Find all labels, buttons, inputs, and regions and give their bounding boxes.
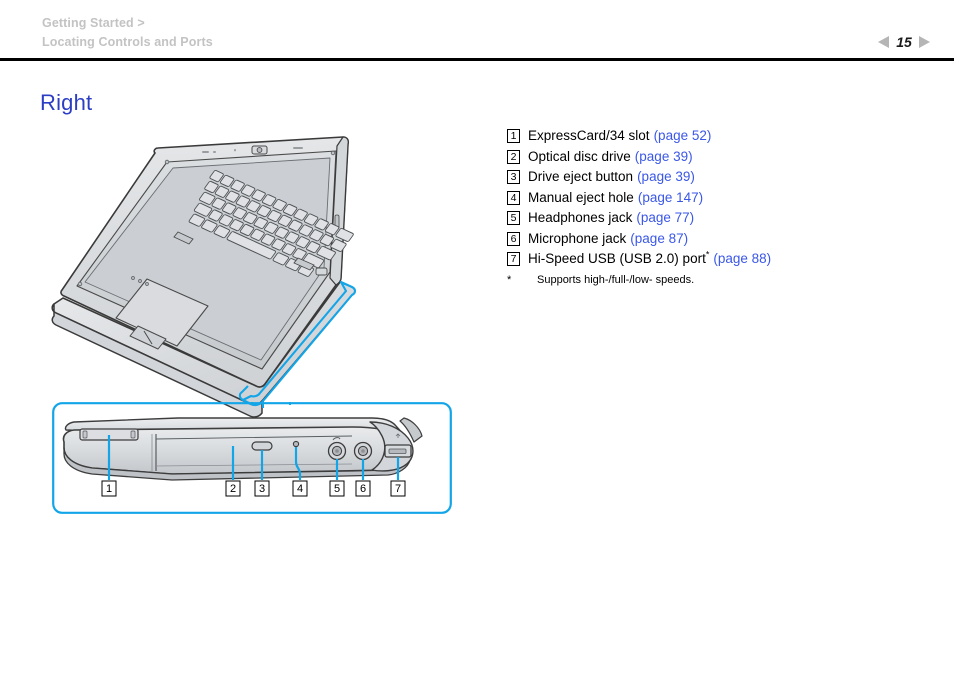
part-list-item: 6 Microphone jack (page 87) (507, 231, 927, 247)
callout-6: 6 (355, 480, 371, 497)
part-number-badge: 7 (507, 252, 520, 266)
svg-text:5: 5 (334, 483, 340, 495)
page-number: 15 (896, 34, 912, 50)
callout-1: 1 (101, 480, 117, 497)
page-reference-link[interactable]: (page 87) (630, 231, 688, 246)
part-label: Drive eject button (528, 169, 634, 184)
page-reference-link[interactable]: (page 147) (638, 190, 703, 205)
manual-eject-hole (292, 440, 300, 448)
part-label: Headphones jack (528, 210, 633, 225)
part-label: Hi-Speed USB (USB 2.0) port (528, 251, 706, 266)
svg-text:1: 1 (106, 483, 112, 495)
page-reference-link[interactable]: (page 77) (636, 210, 694, 225)
part-text: Manual eject hole (page 147) (528, 190, 703, 205)
callout-numbers: 1 2 3 4 5 6 7 (101, 480, 406, 497)
page-navigation: 15 (878, 34, 930, 50)
svg-text:7: 7 (395, 483, 401, 495)
part-list-item: 3 Drive eject button (page 39) (507, 169, 927, 185)
callout-3: 3 (254, 480, 270, 497)
footnote-mark: * (507, 274, 512, 286)
footnote-marker: * (705, 249, 710, 260)
callout-7: 7 (390, 480, 406, 497)
part-list-item: 4 Manual eject hole (page 147) (507, 190, 927, 206)
part-label: Optical disc drive (528, 148, 631, 164)
footnote-text: Supports high-/full-/low- speeds. (537, 274, 695, 286)
part-label: Manual eject hole (528, 189, 634, 205)
part-text: Microphone jack (page 87) (528, 231, 688, 246)
part-label: Microphone jack (528, 230, 627, 246)
part-text: Headphones jack (page 77) (528, 210, 694, 225)
triangle-left-icon[interactable] (878, 36, 889, 48)
part-number-badge: 1 (507, 129, 520, 143)
part-list-item: 1 ExpressCard/34 slot (page 52) (507, 128, 927, 144)
breadcrumb: Getting Started > Locating Controls and … (42, 14, 213, 52)
part-list-item: 7 Hi-Speed USB (USB 2.0) port* (page 88) (507, 249, 927, 267)
parts-list: 1 ExpressCard/34 slot (page 52) 2 Optical di… (507, 128, 927, 286)
laptop-right-side-detail-view: 1 2 3 4 5 6 7 (52, 390, 452, 514)
part-text: Hi-Speed USB (USB 2.0) port* (page 88) (528, 249, 771, 266)
page-reference-link[interactable]: (page 88) (713, 251, 771, 266)
page-title: Right (40, 90, 93, 115)
part-number-badge: 6 (507, 231, 520, 246)
svg-text:3: 3 (259, 483, 265, 495)
part-number-badge: 2 (507, 149, 520, 164)
footnote: * Supports high-/full-/low- speeds. (507, 274, 927, 286)
drive-eject-button (251, 441, 273, 451)
svg-text:2: 2 (230, 483, 236, 495)
breadcrumb-level-1: Getting Started > (42, 16, 145, 30)
side-profile (62, 417, 423, 481)
part-number-badge: 5 (507, 211, 520, 225)
part-number-badge: 4 (507, 190, 520, 205)
page-header: Getting Started > Locating Controls and … (0, 0, 954, 61)
page-reference-link[interactable]: (page 39) (637, 169, 695, 184)
svg-text:6: 6 (360, 483, 366, 495)
breadcrumb-level-2: Locating Controls and Ports (42, 35, 213, 49)
page-reference-link[interactable]: (page 52) (654, 128, 712, 143)
callout-5: 5 (329, 480, 345, 497)
part-number-badge: 3 (507, 170, 520, 184)
part-text: ExpressCard/34 slot (page 52) (528, 128, 711, 143)
svg-text:4: 4 (297, 483, 303, 495)
power-button-icon (315, 267, 328, 276)
triangle-right-icon[interactable] (919, 36, 930, 48)
part-text: Drive eject button (page 39) (528, 169, 695, 184)
part-list-item: 5 Headphones jack (page 77) (507, 210, 927, 226)
header-divider (0, 58, 954, 61)
part-text: Optical disc drive (page 39) (528, 149, 693, 164)
page-reference-link[interactable]: (page 39) (635, 149, 693, 164)
part-list-item: 2 Optical disc drive (page 39) (507, 149, 927, 165)
callout-4: 4 (292, 480, 308, 497)
callout-2: 2 (225, 480, 241, 497)
part-label: ExpressCard/34 slot (528, 128, 650, 143)
